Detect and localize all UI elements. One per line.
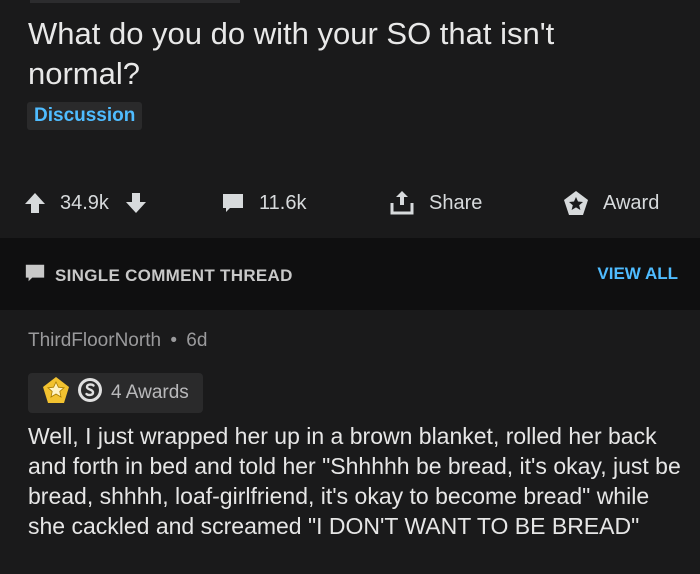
comment-count: 11.6k [259, 191, 307, 214]
post-title: What do you do with your SO that isn't n… [28, 16, 555, 91]
meta-separator: • [170, 330, 177, 351]
view-all-link[interactable]: VIEW ALL [597, 264, 678, 284]
share-label: Share [429, 191, 483, 214]
award-icon [563, 190, 589, 216]
comment-meta: ThirdFloorNorth • 6d [28, 330, 207, 352]
silver-award-icon [77, 377, 103, 409]
post-action-bar: 34.9k 11.6k Share Award [0, 188, 700, 218]
comment-age: 6d [186, 330, 208, 351]
comment-awards[interactable]: 4 Awards [28, 373, 203, 413]
post-flair[interactable]: Discussion [27, 102, 143, 130]
award-label: Award [603, 191, 660, 214]
share-button[interactable]: Share [389, 188, 482, 218]
upvote-icon[interactable] [24, 191, 46, 215]
award-button[interactable]: Award [563, 188, 659, 218]
comments-button[interactable]: 11.6k [221, 188, 306, 218]
comment-body: Well, I just wrapped her up in a brown b… [28, 423, 681, 539]
downvote-icon[interactable] [125, 191, 147, 215]
comment-icon [221, 191, 245, 215]
share-icon [389, 189, 415, 217]
vote-count: 34.9k [60, 191, 109, 214]
comment-author[interactable]: ThirdFloorNorth [28, 330, 161, 351]
comment-icon [24, 262, 46, 289]
top-divider [30, 0, 240, 3]
single-comment-thread-bar: SINGLE COMMENT THREAD VIEW ALL [0, 238, 700, 310]
awards-count: 4 Awards [111, 382, 189, 403]
vote-group: 34.9k [24, 188, 147, 218]
gold-award-icon [42, 376, 70, 410]
thread-label-group: SINGLE COMMENT THREAD [24, 262, 293, 289]
thread-label: SINGLE COMMENT THREAD [55, 265, 293, 285]
